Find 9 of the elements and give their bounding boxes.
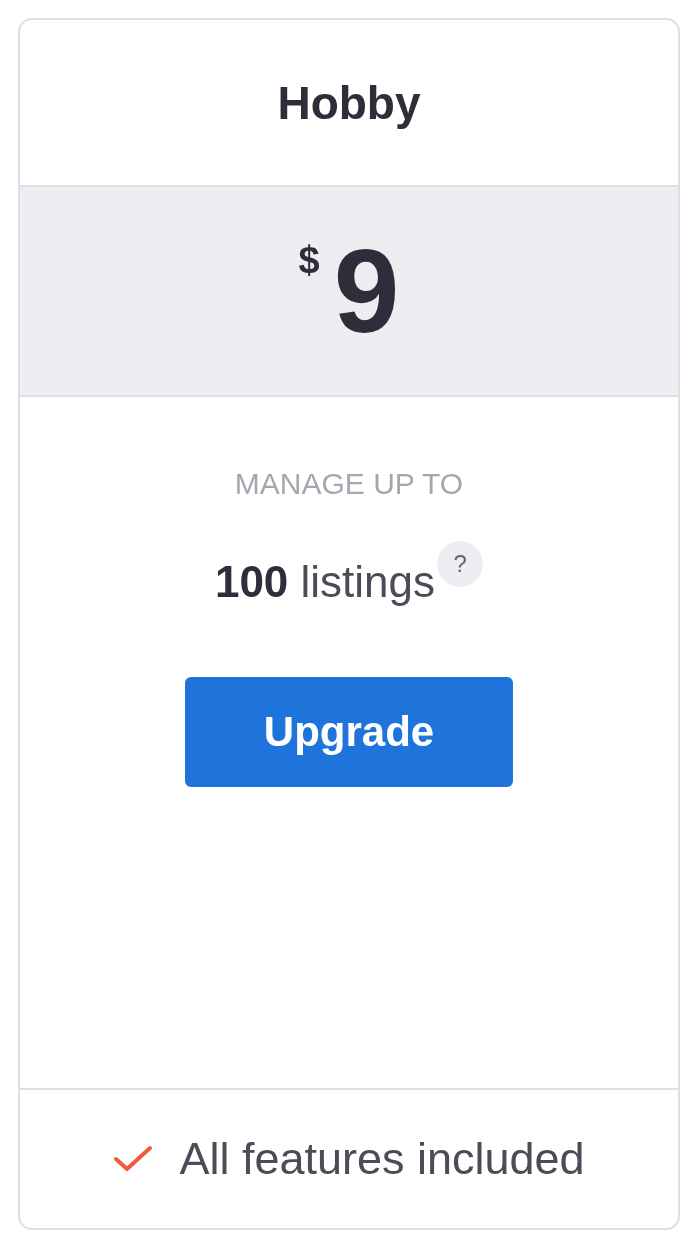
feature-text: All features included: [179, 1133, 585, 1185]
price-amount: 9: [333, 232, 400, 350]
plan-title: Hobby: [277, 75, 421, 130]
check-icon: [113, 1144, 154, 1174]
limit-label: MANAGE UP TO: [234, 467, 464, 501]
help-badge[interactable]: ?: [437, 541, 484, 587]
currency-symbol: $: [298, 239, 320, 282]
limit-text: 100 listings: [214, 557, 436, 607]
upgrade-button[interactable]: Upgrade: [185, 677, 513, 787]
